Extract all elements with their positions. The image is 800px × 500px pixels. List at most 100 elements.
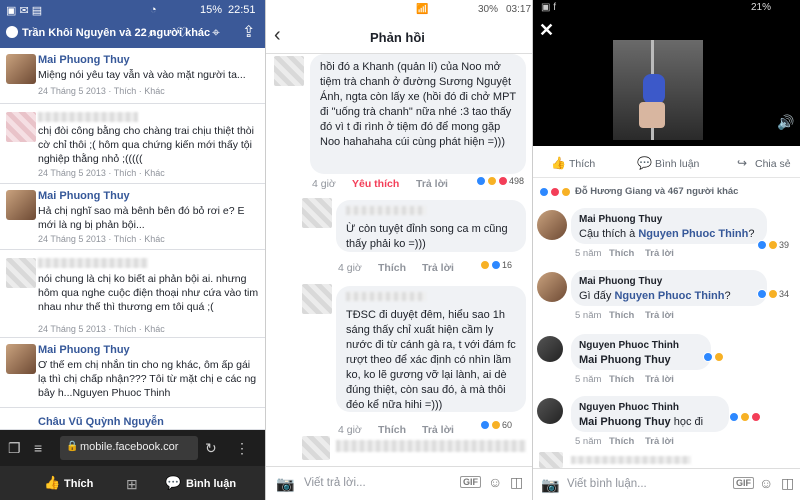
comment-author[interactable]: Mai Phuong Thuy xyxy=(38,344,130,356)
back-icon[interactable]: ‹ xyxy=(274,24,281,47)
reply-button[interactable]: Trả lời xyxy=(422,424,454,436)
like-button[interactable]: Thích xyxy=(64,478,93,490)
avatar-pixelated[interactable] xyxy=(6,112,36,142)
location-icon[interactable]: ⌖ xyxy=(212,24,220,41)
reply-button[interactable]: Trả lời xyxy=(645,310,674,321)
comment-author[interactable]: Mai Phuong Thuy xyxy=(579,212,759,227)
reaction-count[interactable] xyxy=(729,412,761,422)
avatar-pixelated[interactable] xyxy=(274,56,304,86)
comment-meta[interactable]: 24 Tháng 5 2013 · Thích · Khác xyxy=(38,168,165,178)
emoji-icon[interactable]: ☺ xyxy=(759,475,773,491)
haha-reaction-icon xyxy=(714,352,724,362)
avatar[interactable] xyxy=(537,336,563,362)
reply-button[interactable]: Trả lời xyxy=(645,248,674,259)
share-icon[interactable]: ↪ xyxy=(737,156,747,170)
mention-link[interactable]: Nguyen Phuoc Thinh xyxy=(638,228,748,240)
search-icon[interactable]: ⌕ xyxy=(148,24,156,41)
share-icon[interactable]: ⇪ xyxy=(242,22,255,42)
avatar[interactable] xyxy=(537,398,563,424)
comment-input-bar: 📷 Viết bình luận... GIF ☺ ◫ xyxy=(533,468,800,500)
mention-link[interactable]: Mai Phuong Thuy xyxy=(579,354,671,366)
comment-button[interactable]: Bình luận xyxy=(186,478,236,490)
reaction-number: 34 xyxy=(779,289,790,299)
notification-icons: ▣ f xyxy=(541,2,557,13)
gif-button[interactable]: GIF xyxy=(733,477,754,489)
windows-icon[interactable]: ⊞ xyxy=(126,476,138,493)
reaction-count[interactable]: 39 xyxy=(757,240,789,250)
reply-button[interactable]: Trả lời xyxy=(645,436,674,447)
emoji-icon[interactable]: ☺ xyxy=(488,474,502,490)
like-button[interactable]: Thích xyxy=(378,262,406,274)
comment-author[interactable]: Nguyen Phuoc Thinh xyxy=(579,338,703,353)
share-button[interactable]: Chia sẻ xyxy=(755,158,791,170)
avatar[interactable] xyxy=(537,272,567,302)
reaction-count[interactable]: 498 xyxy=(476,176,524,186)
comment-author[interactable]: Mai Phuong Thuy xyxy=(579,274,759,289)
reactions-summary[interactable]: Đỗ Hương Giang và 467 người khác xyxy=(539,186,738,197)
comment-input[interactable]: Viết bình luận... xyxy=(567,478,647,490)
comment-meta[interactable]: 24 Tháng 5 2013 · Thích · Khác xyxy=(38,324,165,334)
like-button[interactable]: Yêu thích xyxy=(352,178,399,190)
menu-icon[interactable]: ≡ xyxy=(34,440,42,456)
sticker-icon[interactable]: ◫ xyxy=(510,474,523,491)
mention-link[interactable]: Nguyen Phuoc Thinh xyxy=(614,290,724,302)
like-icon[interactable]: 👍 xyxy=(44,475,60,491)
comment-suffix: ? xyxy=(748,228,755,240)
avatar-pixelated[interactable] xyxy=(6,258,36,288)
comment-card: Mai Phuong Thuy Ơ thế em chị nhắn tin ch… xyxy=(0,338,265,408)
camera-icon[interactable]: 📷 xyxy=(276,475,295,493)
comment-author[interactable]: Châu Vũ Quỳnh Nguyễn xyxy=(38,416,164,428)
like-button[interactable]: Thích xyxy=(609,436,634,447)
gif-button[interactable]: GIF xyxy=(460,476,481,488)
mention-link[interactable]: Mai Phuong Thuy xyxy=(579,416,671,428)
battery-text: 30% xyxy=(478,4,499,15)
close-icon[interactable]: ✕ xyxy=(539,20,554,41)
reply-button[interactable]: Trả lời xyxy=(416,178,448,190)
comment-author[interactable]: Mai Phuong Thuy xyxy=(38,54,130,66)
volume-icon[interactable]: 🔊 xyxy=(777,114,794,131)
more-icon[interactable]: ⋮ xyxy=(235,440,249,457)
bookmark-icon[interactable]: ♡ xyxy=(176,24,189,41)
comment-icon[interactable]: 💬 xyxy=(637,156,652,170)
haha-reaction-icon xyxy=(491,420,501,430)
avatar-pixelated[interactable] xyxy=(539,452,563,468)
reaction-count[interactable]: 60 xyxy=(480,420,512,430)
like-button[interactable]: Thích xyxy=(609,248,634,259)
like-button[interactable]: Thích xyxy=(609,310,634,321)
comment-author[interactable]: Mai Phuong Thuy xyxy=(38,190,130,202)
lock-icon: 🔒 xyxy=(66,441,79,452)
reaction-count[interactable] xyxy=(703,352,724,362)
love-reaction-icon xyxy=(498,176,508,186)
like-reaction-icon xyxy=(476,176,486,186)
comment-button[interactable]: Bình luận xyxy=(655,158,699,170)
comment-meta[interactable]: 24 Tháng 5 2013 · Thích · Khác xyxy=(38,234,165,244)
comment-author[interactable]: Nguyen Phuoc Thinh xyxy=(579,400,721,415)
reaction-count[interactable]: 16 xyxy=(480,260,512,270)
comment-text: Cậu thích à Nguyen Phuoc Thinh? xyxy=(579,227,759,242)
avatar[interactable] xyxy=(537,210,567,240)
avatar-pixelated[interactable] xyxy=(302,284,332,314)
reply-button[interactable]: Trả lời xyxy=(645,374,674,385)
comment-meta[interactable]: 24 Tháng 5 2013 · Thích · Khác xyxy=(38,86,165,96)
like-button[interactable]: Thích xyxy=(569,158,595,170)
comment-time: 5 năm xyxy=(575,310,602,321)
video-player[interactable]: ▣ f 21% ✕ 🔊 xyxy=(533,0,800,146)
reply-input[interactable]: Viết trả lời... xyxy=(304,477,366,489)
avatar[interactable] xyxy=(6,54,36,84)
avatar-pixelated[interactable] xyxy=(302,198,332,228)
refresh-icon[interactable]: ↻ xyxy=(205,440,217,457)
avatar-pixelated[interactable] xyxy=(302,436,330,460)
avatar[interactable] xyxy=(6,344,36,374)
like-button[interactable]: Thích xyxy=(378,424,406,436)
avatar[interactable] xyxy=(6,190,36,220)
reply-button[interactable]: Trả lời xyxy=(422,262,454,274)
sticker-icon[interactable]: ◫ xyxy=(781,475,794,492)
camera-icon[interactable]: 📷 xyxy=(541,476,560,494)
copy-icon[interactable]: ❐ xyxy=(8,440,21,457)
comment-icon[interactable]: 💬 xyxy=(165,475,181,491)
like-button[interactable]: Thích xyxy=(609,374,634,385)
like-icon[interactable]: 👍 xyxy=(551,156,566,170)
reaction-count[interactable]: 34 xyxy=(757,289,789,299)
comment-text: Hả chị nghĩ sao mà bênh bên đó bỏ rơi e?… xyxy=(38,205,245,231)
reaction-number: 498 xyxy=(509,176,525,186)
